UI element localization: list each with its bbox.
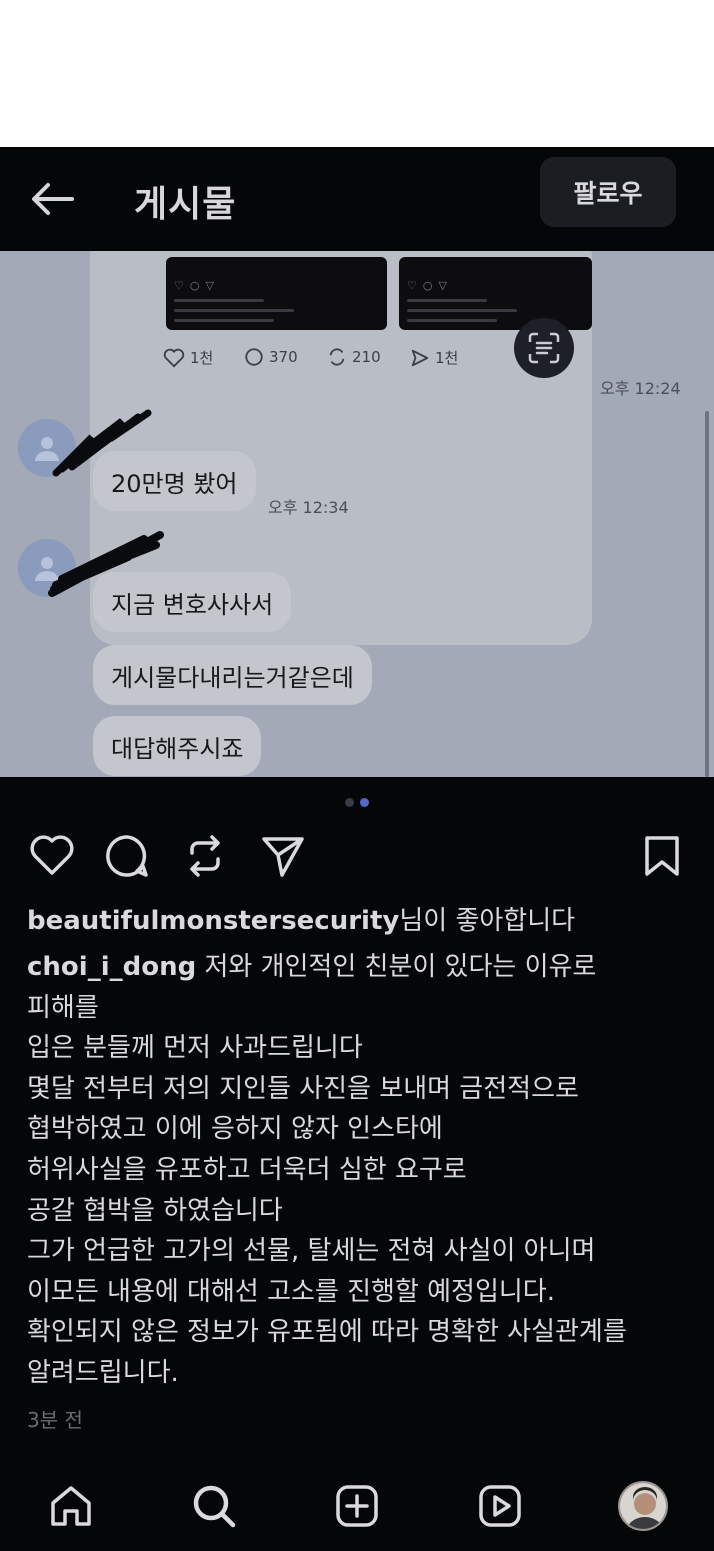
back-button[interactable] [28,177,76,221]
comment-icon [245,348,263,366]
chat-bubble: 20만명 봤어 [93,451,256,511]
tab-reels[interactable] [472,1478,528,1534]
caption-text: 저와 개인적인 친분이 있다는 이유로 [196,952,597,982]
home-icon [51,1486,91,1526]
caption-line: 협박하였고 이에 응하지 않자 인스타에 [27,1114,443,1145]
carousel-dot[interactable] [345,798,354,807]
likes-summary[interactable]: beautifulmonstersecurity님이 좋아합니다 [27,900,575,937]
heart-icon [163,348,185,367]
scrollbar[interactable] [705,411,709,777]
embedded-share-count: 1천 [410,347,458,368]
back-arrow-icon [32,183,74,215]
caption-line: 몇달 전부터 저의 지인들 사진을 보내며 금전적으로 [27,1073,579,1104]
follow-button[interactable]: 팔로우 [540,157,676,227]
bookmark-icon [645,836,679,876]
share-button[interactable] [257,830,309,882]
search-icon [193,1485,236,1528]
caption-line: 공갈 협박을 하였습니다 [27,1195,283,1226]
caption-line: 허위사실을 유포하고 더욱더 심한 요구로 [27,1154,467,1185]
embedded-post-thumbnail: ♡○▽ [166,257,387,330]
reposts-value: 210 [352,348,381,366]
tab-home[interactable] [43,1478,99,1534]
liked-by-username[interactable]: beautifulmonstersecurity [27,906,399,936]
repost-icon [190,835,220,877]
page-title: 게시물 [134,184,237,225]
tab-profile[interactable] [615,1478,671,1534]
text-scan-button[interactable] [514,318,574,378]
tab-create[interactable] [329,1478,385,1534]
chat-bubble: 대답해주시죠 [93,716,262,776]
post-timestamp: 3분 전 [27,1408,83,1432]
message-time: 오후 12:24 [600,379,681,398]
embedded-post-thumbnail: ♡○▽ [399,257,592,330]
message-time: 오후 12:34 [268,498,349,517]
embedded-like-count: 1천 [163,347,213,368]
chat-bubble: 지금 변호사사서 [93,572,292,632]
share-icon [411,349,429,366]
chat-bubble: 게시물다내리는거같은데 [93,645,372,705]
caption-line: 입은 분들께 먼저 사과드립니다 [27,1033,363,1064]
like-button[interactable] [26,830,78,882]
caption-line: 알려드립니다. [27,1357,179,1388]
liked-by-suffix: 님이 좋아합니다 [399,906,576,936]
post-actions [0,830,714,886]
bookmark-button[interactable] [636,830,688,882]
bottom-navigation [0,1458,714,1551]
embedded-repost-count: 210 [327,347,381,367]
comment-icon [106,835,148,877]
share-icon [262,837,304,877]
reels-icon [479,1485,521,1527]
profile-icon [618,1481,668,1531]
caption-author[interactable]: choi_i_dong [27,952,196,982]
comments-value: 370 [269,348,298,366]
scan-icon [528,332,560,364]
add-icon [336,1485,378,1527]
repost-button[interactable] [179,830,231,882]
post-media[interactable]: ♡○▽ ♡○▽ 1천 370 210 1천 오후 12:24 20만명 봤어 오… [0,251,714,777]
likes-value: 1천 [190,349,214,367]
carousel-indicator [0,798,714,810]
caption-line: 그가 언급한 고가의 선물, 탈세는 전혀 사실이 아니며 [27,1236,596,1267]
comment-button[interactable] [101,830,153,882]
shares-value: 1천 [435,349,459,367]
heart-icon [30,835,74,875]
repost-icon [329,348,345,366]
status-area [0,0,714,147]
post-caption: choi_i_dong 저와 개인적인 친분이 있다는 이유로 피해를 입은 분… [27,947,687,1394]
top-bar: 게시물 팔로우 [0,147,714,251]
caption-line: 피해를 [27,992,99,1023]
caption-line: 확인되지 않은 정보가 유포됨에 따라 명확한 사실관계를 [27,1317,627,1348]
tab-search[interactable] [186,1478,242,1534]
embedded-comment-count: 370 [244,347,298,367]
carousel-dot-active[interactable] [360,798,369,807]
caption-line: 이모든 내용에 대해선 고소를 진행할 예정입니다. [27,1276,555,1307]
